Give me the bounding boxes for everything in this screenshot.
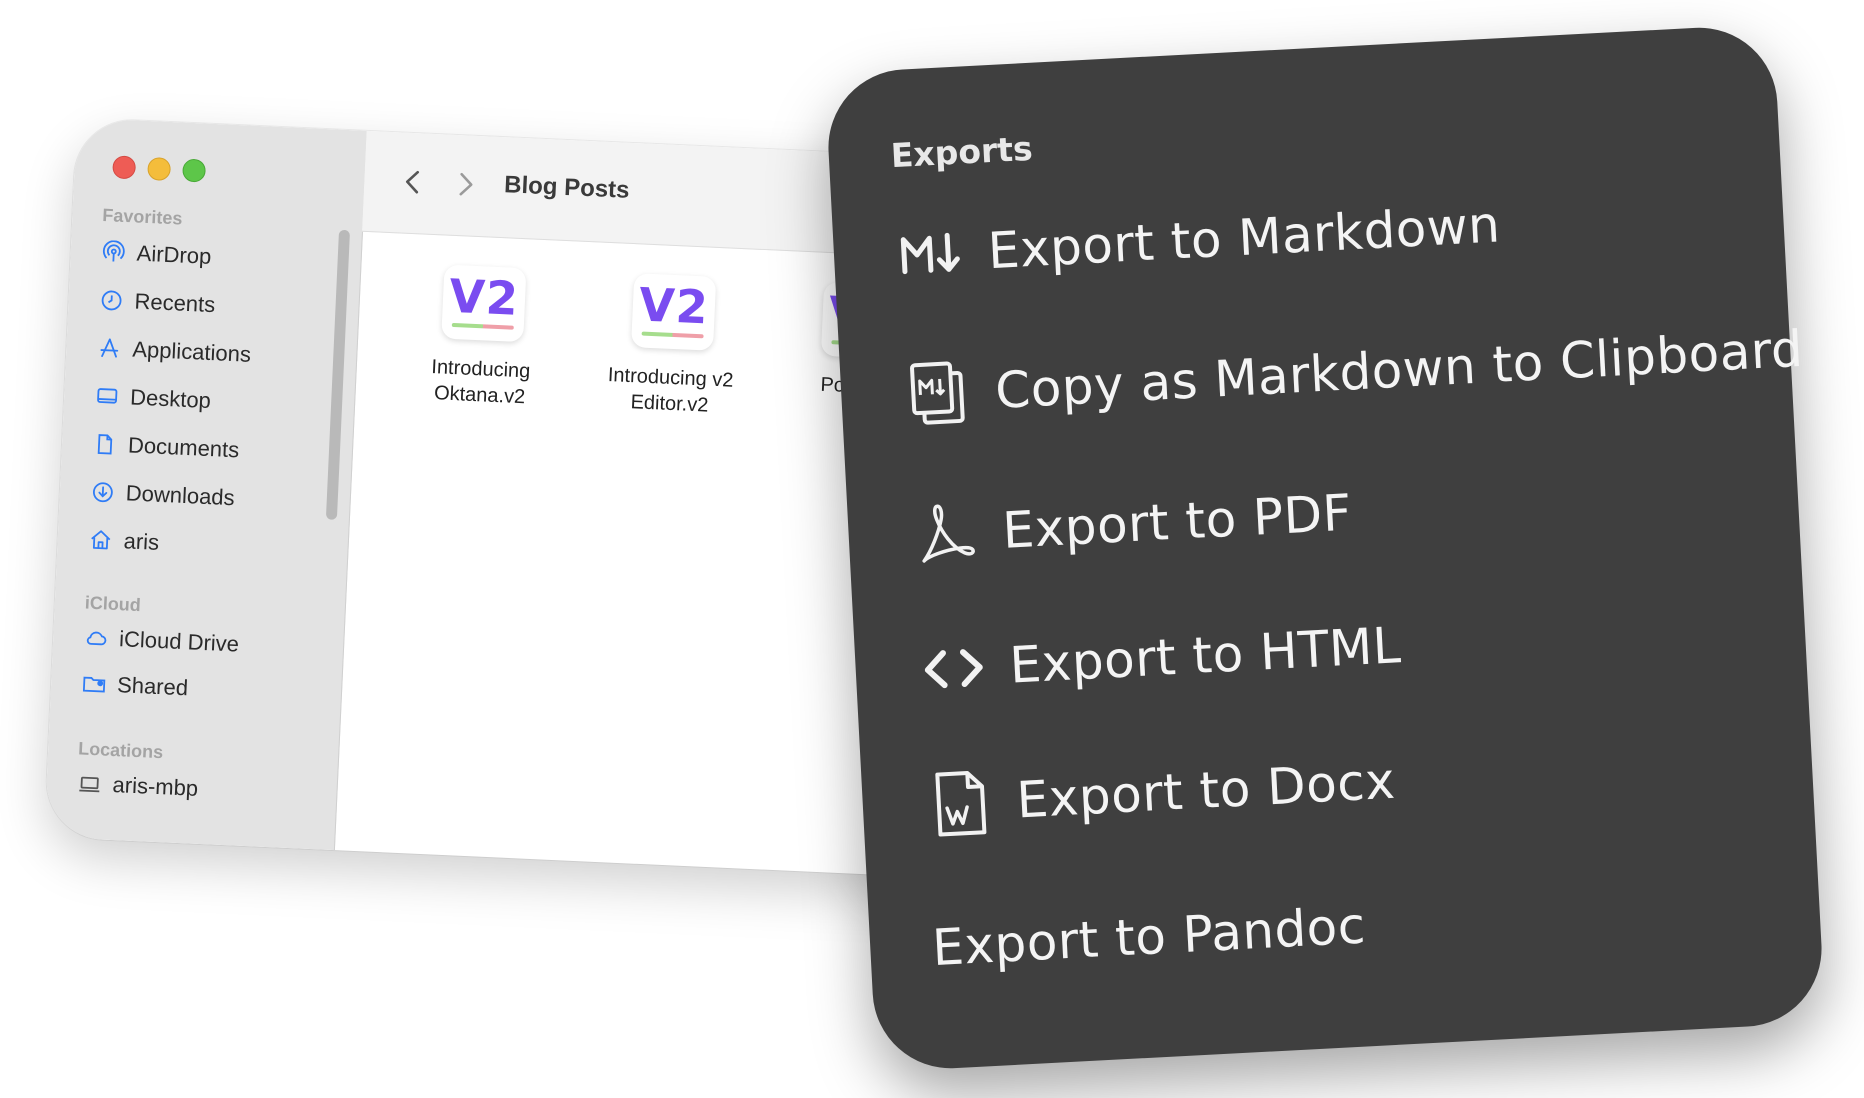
clock-icon (98, 287, 125, 314)
sidebar-item-label: AirDrop (136, 240, 212, 269)
sidebar-section-locations: Locations (77, 738, 164, 763)
download-icon (89, 479, 116, 506)
sidebar-item-icloud-drive[interactable]: iCloud Drive (83, 625, 240, 658)
sidebar-item-label: Documents (127, 432, 240, 463)
export-label: Export to Docx (1015, 751, 1397, 830)
forward-button[interactable] (450, 169, 481, 200)
applications-icon (96, 335, 123, 362)
copy-markdown-clipboard-item[interactable]: Copy as Markdown to Clipboard (902, 313, 1805, 432)
sidebar-section-icloud: iCloud (84, 592, 142, 616)
cloud-icon (83, 625, 110, 652)
sidebar-item-label: aris-mbp (112, 772, 199, 801)
chevron-left-icon (405, 170, 420, 194)
finder-sidebar: Favorites AirDrop Recents Applications D… (44, 117, 368, 851)
export-docx-item[interactable]: Export to Docx (923, 745, 1397, 842)
file-icon-text: V2 (448, 268, 521, 326)
file-item[interactable]: V2 Introducing Oktana.v2 (399, 263, 565, 412)
sidebar-item-home[interactable]: aris (87, 527, 160, 556)
export-label: Copy as Markdown to Clipboard (993, 319, 1805, 420)
window-controls (112, 155, 207, 183)
v2-document-icon: V2 (631, 273, 717, 351)
export-pandoc-item[interactable]: Export to Pandoc (931, 896, 1367, 977)
export-label: Export to Markdown (986, 195, 1502, 281)
sidebar-item-label: Downloads (125, 480, 236, 511)
clipboard-markdown-icon (902, 356, 978, 432)
sidebar-item-label: Desktop (129, 384, 212, 414)
export-label: Export to PDF (1001, 483, 1354, 560)
close-button[interactable] (112, 155, 137, 180)
export-markdown-item[interactable]: Export to Markdown (894, 188, 1502, 292)
export-html-item[interactable]: Export to HTML (916, 609, 1403, 706)
sidebar-item-shared[interactable]: Shared (81, 670, 189, 701)
exports-panel: Exports Export to Markdown Copy as Markd… (824, 23, 1826, 1073)
sidebar-item-airdrop[interactable]: AirDrop (100, 239, 212, 270)
sidebar-item-label: Applications (131, 336, 252, 367)
sidebar-item-label: Recents (134, 288, 216, 318)
document-icon (91, 431, 118, 458)
sidebar-item-label: aris (123, 528, 160, 555)
sidebar-item-recents[interactable]: Recents (98, 287, 216, 318)
file-icon-text: V2 (637, 277, 710, 335)
file-item[interactable]: V2 Introducing v2 Editor.v2 (589, 271, 755, 420)
desktop-icon (94, 383, 121, 410)
sidebar-item-downloads[interactable]: Downloads (89, 479, 235, 512)
chevron-right-icon (459, 172, 473, 196)
stage: Favorites AirDrop Recents Applications D… (0, 0, 1864, 1098)
sidebar-item-aris-mbp[interactable]: aris-mbp (76, 770, 199, 801)
back-button[interactable] (398, 166, 429, 197)
export-label: Export to Pandoc (930, 896, 1368, 978)
exports-title: Exports (889, 128, 1034, 176)
zoom-button[interactable] (182, 158, 207, 183)
pdf-icon (909, 496, 985, 572)
home-icon (87, 527, 114, 554)
minimize-button[interactable] (147, 156, 172, 181)
export-pdf-item[interactable]: Export to PDF (909, 477, 1354, 572)
sidebar-item-label: iCloud Drive (118, 626, 240, 657)
export-label: Export to HTML (1008, 616, 1403, 695)
file-name: Introducing Oktana.v2 (430, 356, 531, 409)
shared-folder-icon (81, 670, 108, 697)
sidebar-item-documents[interactable]: Documents (91, 431, 240, 464)
laptop-icon (76, 770, 103, 797)
code-icon (916, 631, 992, 707)
sidebar-item-label: Shared (116, 672, 189, 701)
sidebar-section-favorites: Favorites (102, 204, 183, 229)
folder-title: Blog Posts (503, 171, 631, 204)
file-name: Introducing v2 Editor.v2 (607, 364, 734, 417)
markdown-icon (894, 216, 970, 292)
sidebar-item-applications[interactable]: Applications (96, 335, 252, 368)
word-document-icon (923, 766, 999, 842)
v2-document-icon: V2 (441, 264, 527, 343)
airdrop-icon (100, 239, 127, 266)
sidebar-scrollbar[interactable] (325, 229, 351, 520)
sidebar-item-desktop[interactable]: Desktop (94, 383, 212, 414)
